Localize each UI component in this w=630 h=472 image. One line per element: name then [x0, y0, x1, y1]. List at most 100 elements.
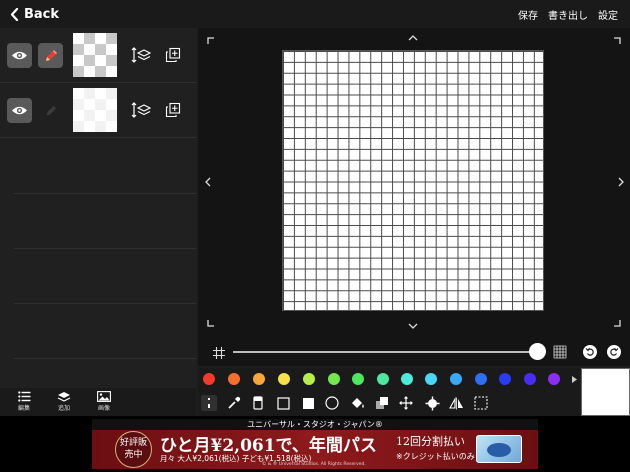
center-tool-button[interactable]	[424, 395, 440, 411]
chevron-right-icon	[618, 177, 624, 187]
color-swatch[interactable]	[450, 373, 462, 385]
pen-tool-icon	[208, 398, 210, 408]
color-swatch[interactable]	[377, 373, 389, 385]
corner-bracket-icon	[611, 35, 623, 47]
duplicate-layer-button[interactable]	[163, 45, 183, 65]
caret-right-icon	[571, 375, 577, 383]
layers-add-icon	[57, 392, 71, 402]
scroll-left-button[interactable]	[201, 176, 213, 188]
layer-order-button[interactable]	[131, 100, 151, 120]
export-button[interactable]: 書き出し	[548, 7, 588, 22]
color-swatch[interactable]	[303, 373, 315, 385]
palette-scroll-button[interactable]	[570, 373, 578, 385]
ad-credit-note: ※クレジット払いのみ	[396, 452, 475, 461]
layer-order-button[interactable]	[131, 45, 151, 65]
rectangle-fill-tool-button[interactable]	[300, 395, 316, 411]
edit-layers-button[interactable]: 編集	[10, 391, 38, 412]
layer-order-icon	[131, 102, 151, 118]
duplicate-layer-button[interactable]	[163, 100, 183, 120]
scroll-right-button[interactable]	[615, 176, 627, 188]
layer-row[interactable]	[0, 28, 196, 83]
fine-grid-button[interactable]	[553, 345, 567, 359]
undo-button[interactable]	[583, 345, 597, 359]
layer-thumbnail[interactable]	[73, 33, 117, 77]
layer-thumbnail[interactable]	[73, 88, 117, 132]
pen-tool-button[interactable]	[201, 395, 217, 411]
layers-stack-icon	[376, 397, 388, 409]
color-swatch[interactable]	[425, 373, 437, 385]
empty-layer-slot	[14, 303, 196, 304]
hash-grid-icon	[213, 347, 225, 359]
add-layer-button[interactable]: 追加	[50, 391, 78, 412]
zoom-bar	[198, 338, 630, 366]
ad-top-text: ユニバーサル・スタジオ・ジャパン®	[92, 419, 538, 430]
back-button[interactable]: Back	[10, 5, 59, 23]
layer-panel	[0, 28, 196, 388]
fine-grid-icon	[553, 345, 567, 359]
chevron-left-icon	[204, 177, 210, 187]
circle-tool-button[interactable]	[324, 395, 340, 411]
color-swatch[interactable]	[278, 373, 290, 385]
fill-bucket-tool-button[interactable]	[349, 395, 365, 411]
fill-bucket-icon	[351, 398, 364, 408]
empty-layer-slot	[14, 193, 196, 194]
circle-icon	[325, 396, 339, 410]
color-swatch[interactable]	[524, 373, 536, 385]
top-actions: 保存 書き出し 設定	[518, 7, 618, 22]
canvas-viewport[interactable]	[198, 28, 630, 338]
ad-strip: ユニバーサル・スタジオ・ジャパン® 好評販売中 ひと月¥2,061で、年間パス …	[0, 416, 630, 472]
image-layer-button[interactable]: 画像	[90, 391, 118, 412]
tool-bar	[198, 390, 580, 416]
color-swatch[interactable]	[203, 373, 215, 385]
move-tool-button[interactable]	[398, 395, 414, 411]
pencil-icon	[46, 105, 56, 115]
chevron-left-icon	[10, 7, 19, 21]
grid-toggle-button[interactable]	[212, 346, 226, 360]
layer-row[interactable]	[0, 83, 196, 138]
list-icon	[17, 391, 30, 402]
color-swatch[interactable]	[253, 373, 265, 385]
select-tool-button[interactable]	[473, 395, 489, 411]
color-swatch[interactable]	[499, 373, 511, 385]
color-swatch[interactable]	[475, 373, 487, 385]
scroll-up-button[interactable]	[407, 31, 419, 43]
rectangle-fill-icon	[302, 397, 314, 409]
color-swatch[interactable]	[228, 373, 240, 385]
edit-toggle[interactable]	[38, 43, 63, 68]
rectangle-outline-icon	[276, 396, 290, 410]
layer-copy-tool-button[interactable]	[374, 395, 390, 411]
redo-icon	[610, 347, 619, 356]
corner-bracket-icon	[205, 35, 217, 47]
selection-icon	[474, 396, 488, 410]
redo-button[interactable]	[607, 345, 621, 359]
zoom-slider-track[interactable]	[233, 351, 536, 353]
edit-toggle[interactable]	[38, 98, 63, 123]
top-bar: Back 保存 書き出し 設定	[0, 0, 630, 28]
flip-tool-button[interactable]	[448, 395, 464, 411]
visibility-toggle[interactable]	[7, 43, 32, 68]
scroll-down-button[interactable]	[407, 320, 419, 332]
eyedropper-tool-button[interactable]	[226, 395, 242, 411]
eyedropper-icon	[228, 396, 241, 409]
ad-copyright: © & ® Universal Studios. All Rights Rese…	[262, 462, 366, 467]
zoom-slider-knob[interactable]	[529, 343, 546, 360]
eraser-tool-button[interactable]	[250, 395, 266, 411]
duplicate-icon	[165, 102, 181, 118]
ad-banner[interactable]: ユニバーサル・スタジオ・ジャパン® 好評販売中 ひと月¥2,061で、年間パス …	[92, 419, 538, 469]
pixel-grid-canvas[interactable]	[282, 50, 544, 311]
color-swatch[interactable]	[401, 373, 413, 385]
color-swatch[interactable]	[352, 373, 364, 385]
visibility-toggle[interactable]	[7, 98, 32, 123]
empty-layer-slot	[14, 248, 196, 249]
current-color-swatch[interactable]	[581, 368, 630, 416]
edit-label: 編集	[17, 405, 30, 412]
undo-icon	[585, 347, 594, 356]
color-swatch[interactable]	[328, 373, 340, 385]
settings-button[interactable]: 設定	[598, 7, 618, 22]
save-button[interactable]: 保存	[518, 7, 538, 22]
eye-icon	[12, 51, 27, 60]
back-label: Back	[24, 6, 60, 22]
rectangle-outline-tool-button[interactable]	[275, 395, 291, 411]
chevron-up-icon	[408, 34, 418, 40]
color-swatch[interactable]	[548, 373, 560, 385]
